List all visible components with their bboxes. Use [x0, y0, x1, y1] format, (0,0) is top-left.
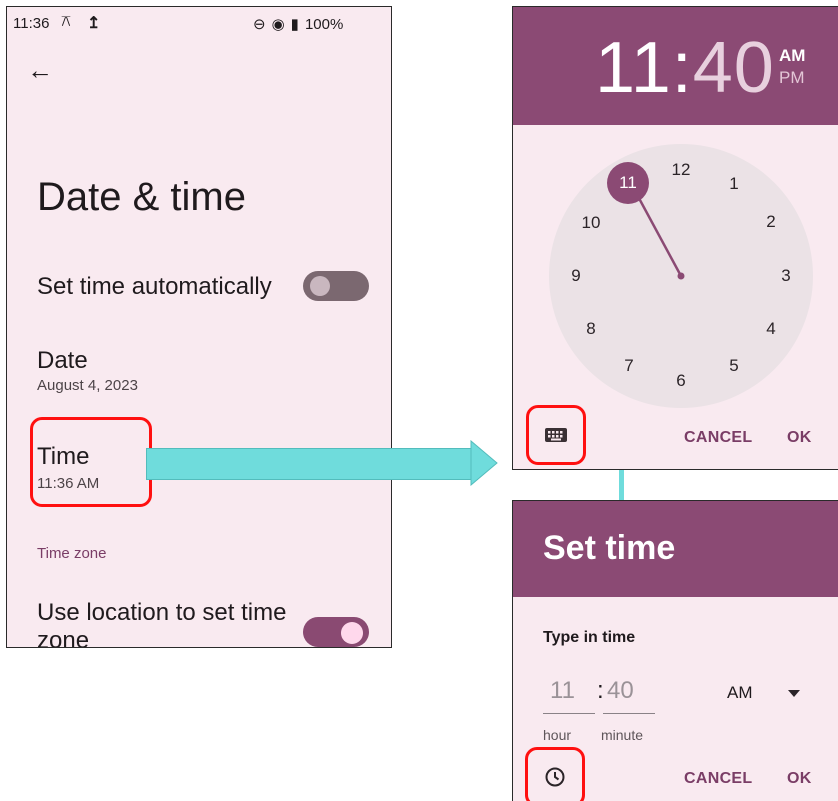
- dial-number-3[interactable]: 3: [781, 266, 790, 286]
- date-value: August 4, 2023: [37, 377, 138, 394]
- time-separator: :: [671, 28, 693, 108]
- dial-number-10[interactable]: 10: [582, 213, 601, 233]
- dial-number-12[interactable]: 12: [672, 160, 691, 180]
- dial-number-9[interactable]: 9: [571, 266, 580, 286]
- minute-display[interactable]: 40: [693, 28, 775, 108]
- wifi-icon: ◉: [271, 16, 285, 33]
- time-picker-clock-dialog: 11:40 AM PM 11 12 1 2 3 4 5 6 7 8 9 10 C…: [512, 6, 838, 470]
- ok-button[interactable]: OK: [787, 770, 812, 788]
- set-time-automatically-toggle[interactable]: [303, 271, 369, 301]
- status-bar: 11:36 ⚻ ↥ ⊖ ◉ ▮ 100%: [7, 7, 391, 41]
- status-time: 11:36: [13, 15, 50, 32]
- status-icons: ⊖ ◉ ▮ 100%: [253, 15, 344, 34]
- hour-display[interactable]: 11: [595, 28, 672, 108]
- date-time-settings-screen: 11:36 ⚻ ↥ ⊖ ◉ ▮ 100% ← Date & time Set t…: [6, 6, 392, 648]
- selected-hour-marker[interactable]: 11: [607, 162, 649, 204]
- cancel-button[interactable]: CANCEL: [684, 429, 752, 447]
- am-pm-dropdown-value[interactable]: AM: [727, 683, 753, 703]
- battery-icon: ▮: [290, 16, 299, 33]
- set-time-input-dialog: Set time Type in time 11 : 40 AM hour mi…: [512, 500, 838, 801]
- upload-icon: ↥: [87, 15, 101, 32]
- battery-level: 100%: [304, 15, 344, 33]
- use-location-toggle[interactable]: [303, 617, 369, 647]
- hour-label: hour: [543, 727, 572, 743]
- minute-label: minute: [601, 727, 644, 743]
- back-arrow-icon[interactable]: ←: [27, 55, 53, 86]
- pm-option[interactable]: PM: [779, 67, 805, 89]
- dialog-title: Set time: [543, 529, 676, 567]
- type-in-time-label: Type in time: [543, 629, 636, 646]
- cancel-button[interactable]: CANCEL: [684, 770, 752, 788]
- clock-hand: [632, 188, 685, 280]
- toggle-knob: [341, 622, 363, 644]
- use-location-label-line1: Use location to set time: [37, 599, 287, 626]
- ok-button[interactable]: OK: [787, 429, 812, 447]
- dial-number-5[interactable]: 5: [729, 356, 738, 376]
- notification-icon: ⚻: [61, 13, 71, 30]
- arrow-connector: [146, 448, 478, 480]
- keyboard-icon-highlight: [526, 405, 586, 465]
- do-not-disturb-icon: ⊖: [253, 16, 266, 33]
- use-location-label-line2: zone: [37, 627, 90, 648]
- dial-number-2[interactable]: 2: [766, 212, 775, 232]
- clock-icon-highlight: [525, 747, 585, 801]
- clock-dial[interactable]: 11 12 1 2 3 4 5 6 7 8 9 10: [549, 144, 813, 408]
- page-title: Date & time: [37, 175, 246, 219]
- dial-number-1[interactable]: 1: [729, 174, 738, 194]
- minute-input[interactable]: 40: [607, 677, 634, 705]
- dial-number-7[interactable]: 7: [624, 356, 633, 376]
- set-time-automatically-label: Set time automatically: [37, 273, 272, 300]
- hour-input-underline: [543, 713, 595, 714]
- toggle-knob: [310, 276, 330, 296]
- dial-number-6[interactable]: 6: [676, 371, 685, 391]
- time-row-highlight: [30, 417, 152, 507]
- time-separator: :: [597, 677, 604, 704]
- date-row[interactable]: Date August 4, 2023: [7, 343, 391, 401]
- selected-time-display: 11:40: [595, 27, 775, 109]
- dropdown-arrow-icon[interactable]: [788, 690, 800, 698]
- minute-input-underline: [603, 713, 655, 714]
- dial-number-8[interactable]: 8: [586, 319, 595, 339]
- date-label: Date: [37, 347, 88, 374]
- am-option[interactable]: AM: [779, 45, 805, 67]
- am-pm-toggle: AM PM: [779, 45, 805, 89]
- arrow-head-icon: [470, 440, 498, 486]
- time-zone-section-header: Time zone: [37, 545, 107, 562]
- dial-number-4[interactable]: 4: [766, 319, 775, 339]
- hour-input[interactable]: 11: [550, 677, 575, 705]
